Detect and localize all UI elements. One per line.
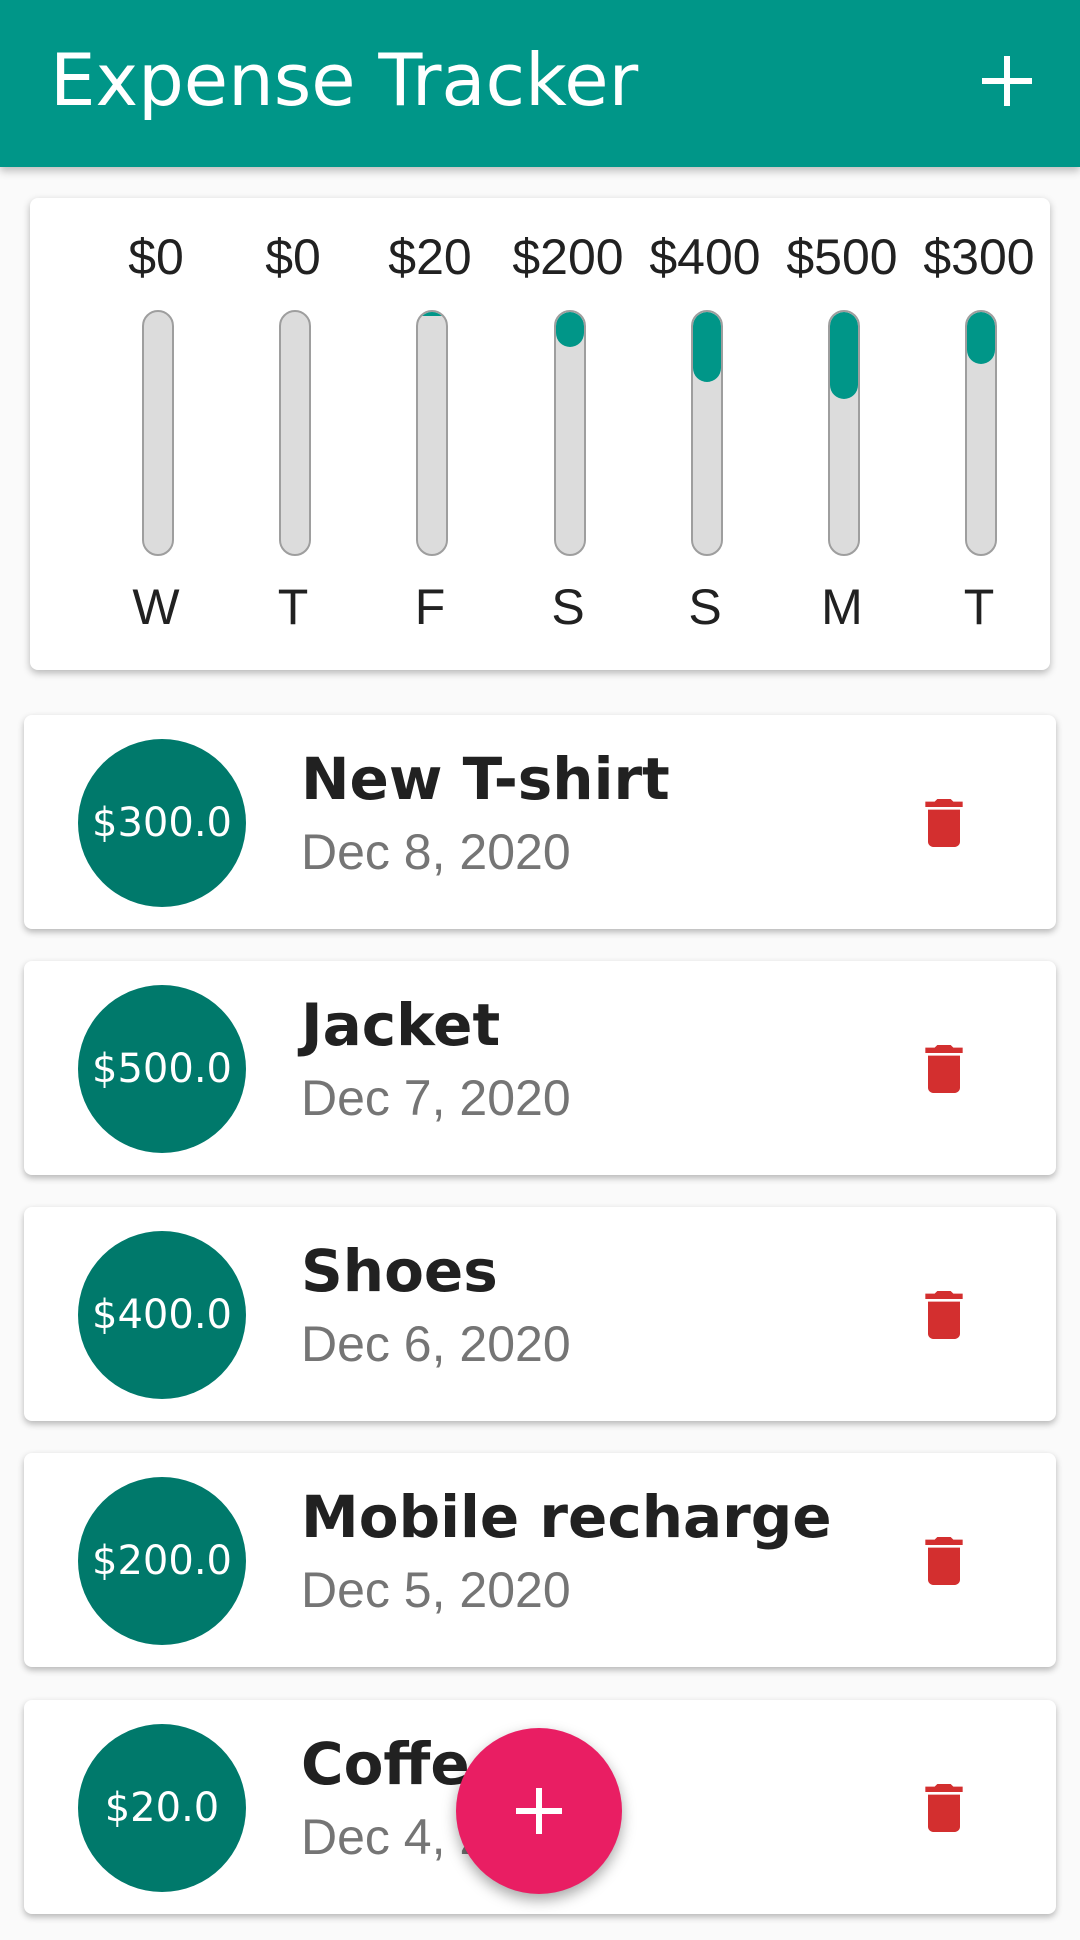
bar-track bbox=[554, 310, 586, 556]
transaction-amount: $20.0 bbox=[104, 1785, 220, 1831]
transaction-date: Dec 8, 2020 bbox=[301, 824, 571, 880]
transaction-date: Dec 7, 2020 bbox=[301, 1070, 571, 1126]
app-bar: Expense Tracker bbox=[0, 0, 1080, 167]
bar-day-label: T bbox=[277, 579, 309, 635]
weekly-chart: $0 W $0 T $20 F $200 S $400 S $500 M $30… bbox=[30, 198, 1050, 670]
bar-track bbox=[142, 310, 174, 556]
bar-day-label: F bbox=[414, 579, 446, 635]
chart-bar-0: $0 W bbox=[88, 198, 224, 670]
bar-amount-label: $400 bbox=[649, 229, 761, 285]
amount-avatar: $20.0 bbox=[78, 1724, 246, 1892]
delete-button[interactable] bbox=[912, 1529, 976, 1593]
bar-amount-label: $0 bbox=[128, 229, 184, 285]
bar-fill bbox=[556, 312, 584, 347]
amount-avatar: $200.0 bbox=[78, 1477, 246, 1645]
bar-track bbox=[691, 310, 723, 556]
chart-bar-4: $400 S bbox=[637, 198, 773, 670]
chart-bar-3: $200 S bbox=[500, 198, 636, 670]
bar-amount-label: $300 bbox=[923, 229, 1035, 285]
trash-icon bbox=[925, 799, 963, 847]
transaction-title: New T-shirt bbox=[301, 745, 670, 813]
bar-track bbox=[965, 310, 997, 556]
transaction-card: $300.0 New T-shirt Dec 8, 2020 bbox=[24, 715, 1056, 929]
bar-track bbox=[416, 310, 448, 556]
bar-day-label: T bbox=[963, 579, 995, 635]
trash-icon bbox=[925, 1537, 963, 1585]
bar-day-label: S bbox=[551, 579, 585, 635]
transaction-date: Dec 6, 2020 bbox=[301, 1316, 571, 1372]
bar-day-label: M bbox=[821, 579, 863, 635]
delete-button[interactable] bbox=[912, 791, 976, 855]
transaction-title: Jacket bbox=[301, 991, 501, 1059]
delete-button[interactable] bbox=[912, 1776, 976, 1840]
chart-bar-1: $0 T bbox=[225, 198, 361, 670]
app-title: Expense Tracker bbox=[50, 38, 639, 122]
trash-icon bbox=[925, 1784, 963, 1832]
add-transaction-fab[interactable] bbox=[456, 1728, 622, 1894]
bar-track bbox=[828, 310, 860, 556]
transaction-date: Dec 5, 2020 bbox=[301, 1562, 571, 1618]
transaction-card: $500.0 Jacket Dec 7, 2020 bbox=[24, 961, 1056, 1175]
transaction-amount: $500.0 bbox=[92, 1046, 232, 1092]
bar-amount-label: $20 bbox=[388, 229, 472, 285]
bar-fill bbox=[693, 312, 721, 382]
transaction-title: Shoes bbox=[301, 1237, 498, 1305]
trash-icon bbox=[925, 1291, 963, 1339]
bar-amount-label: $200 bbox=[512, 229, 624, 285]
delete-button[interactable] bbox=[912, 1037, 976, 1101]
bar-amount-label: $0 bbox=[265, 229, 321, 285]
bar-fill bbox=[967, 312, 995, 364]
trash-icon bbox=[925, 1045, 963, 1093]
amount-avatar: $300.0 bbox=[78, 739, 246, 907]
amount-avatar: $500.0 bbox=[78, 985, 246, 1153]
amount-avatar: $400.0 bbox=[78, 1231, 246, 1399]
bar-fill bbox=[418, 312, 446, 316]
transaction-amount: $200.0 bbox=[92, 1538, 232, 1584]
bar-day-label: S bbox=[688, 579, 722, 635]
delete-button[interactable] bbox=[912, 1283, 976, 1347]
transaction-amount: $300.0 bbox=[92, 800, 232, 846]
chart-bar-5: $500 M bbox=[774, 198, 910, 670]
transaction-card: $400.0 Shoes Dec 6, 2020 bbox=[24, 1207, 1056, 1421]
chart-bar-6: $300 T bbox=[911, 198, 1047, 670]
bar-day-label: W bbox=[132, 579, 180, 635]
bar-track bbox=[279, 310, 311, 556]
chart-bar-2: $20 F bbox=[362, 198, 498, 670]
transaction-title: Mobile recharge bbox=[301, 1483, 832, 1551]
transaction-amount: $400.0 bbox=[92, 1292, 232, 1338]
bar-amount-label: $500 bbox=[786, 229, 898, 285]
bar-fill bbox=[830, 312, 858, 399]
add-transaction-icon-button[interactable] bbox=[966, 40, 1046, 120]
transaction-card: $200.0 Mobile recharge Dec 5, 2020 bbox=[24, 1453, 1056, 1667]
